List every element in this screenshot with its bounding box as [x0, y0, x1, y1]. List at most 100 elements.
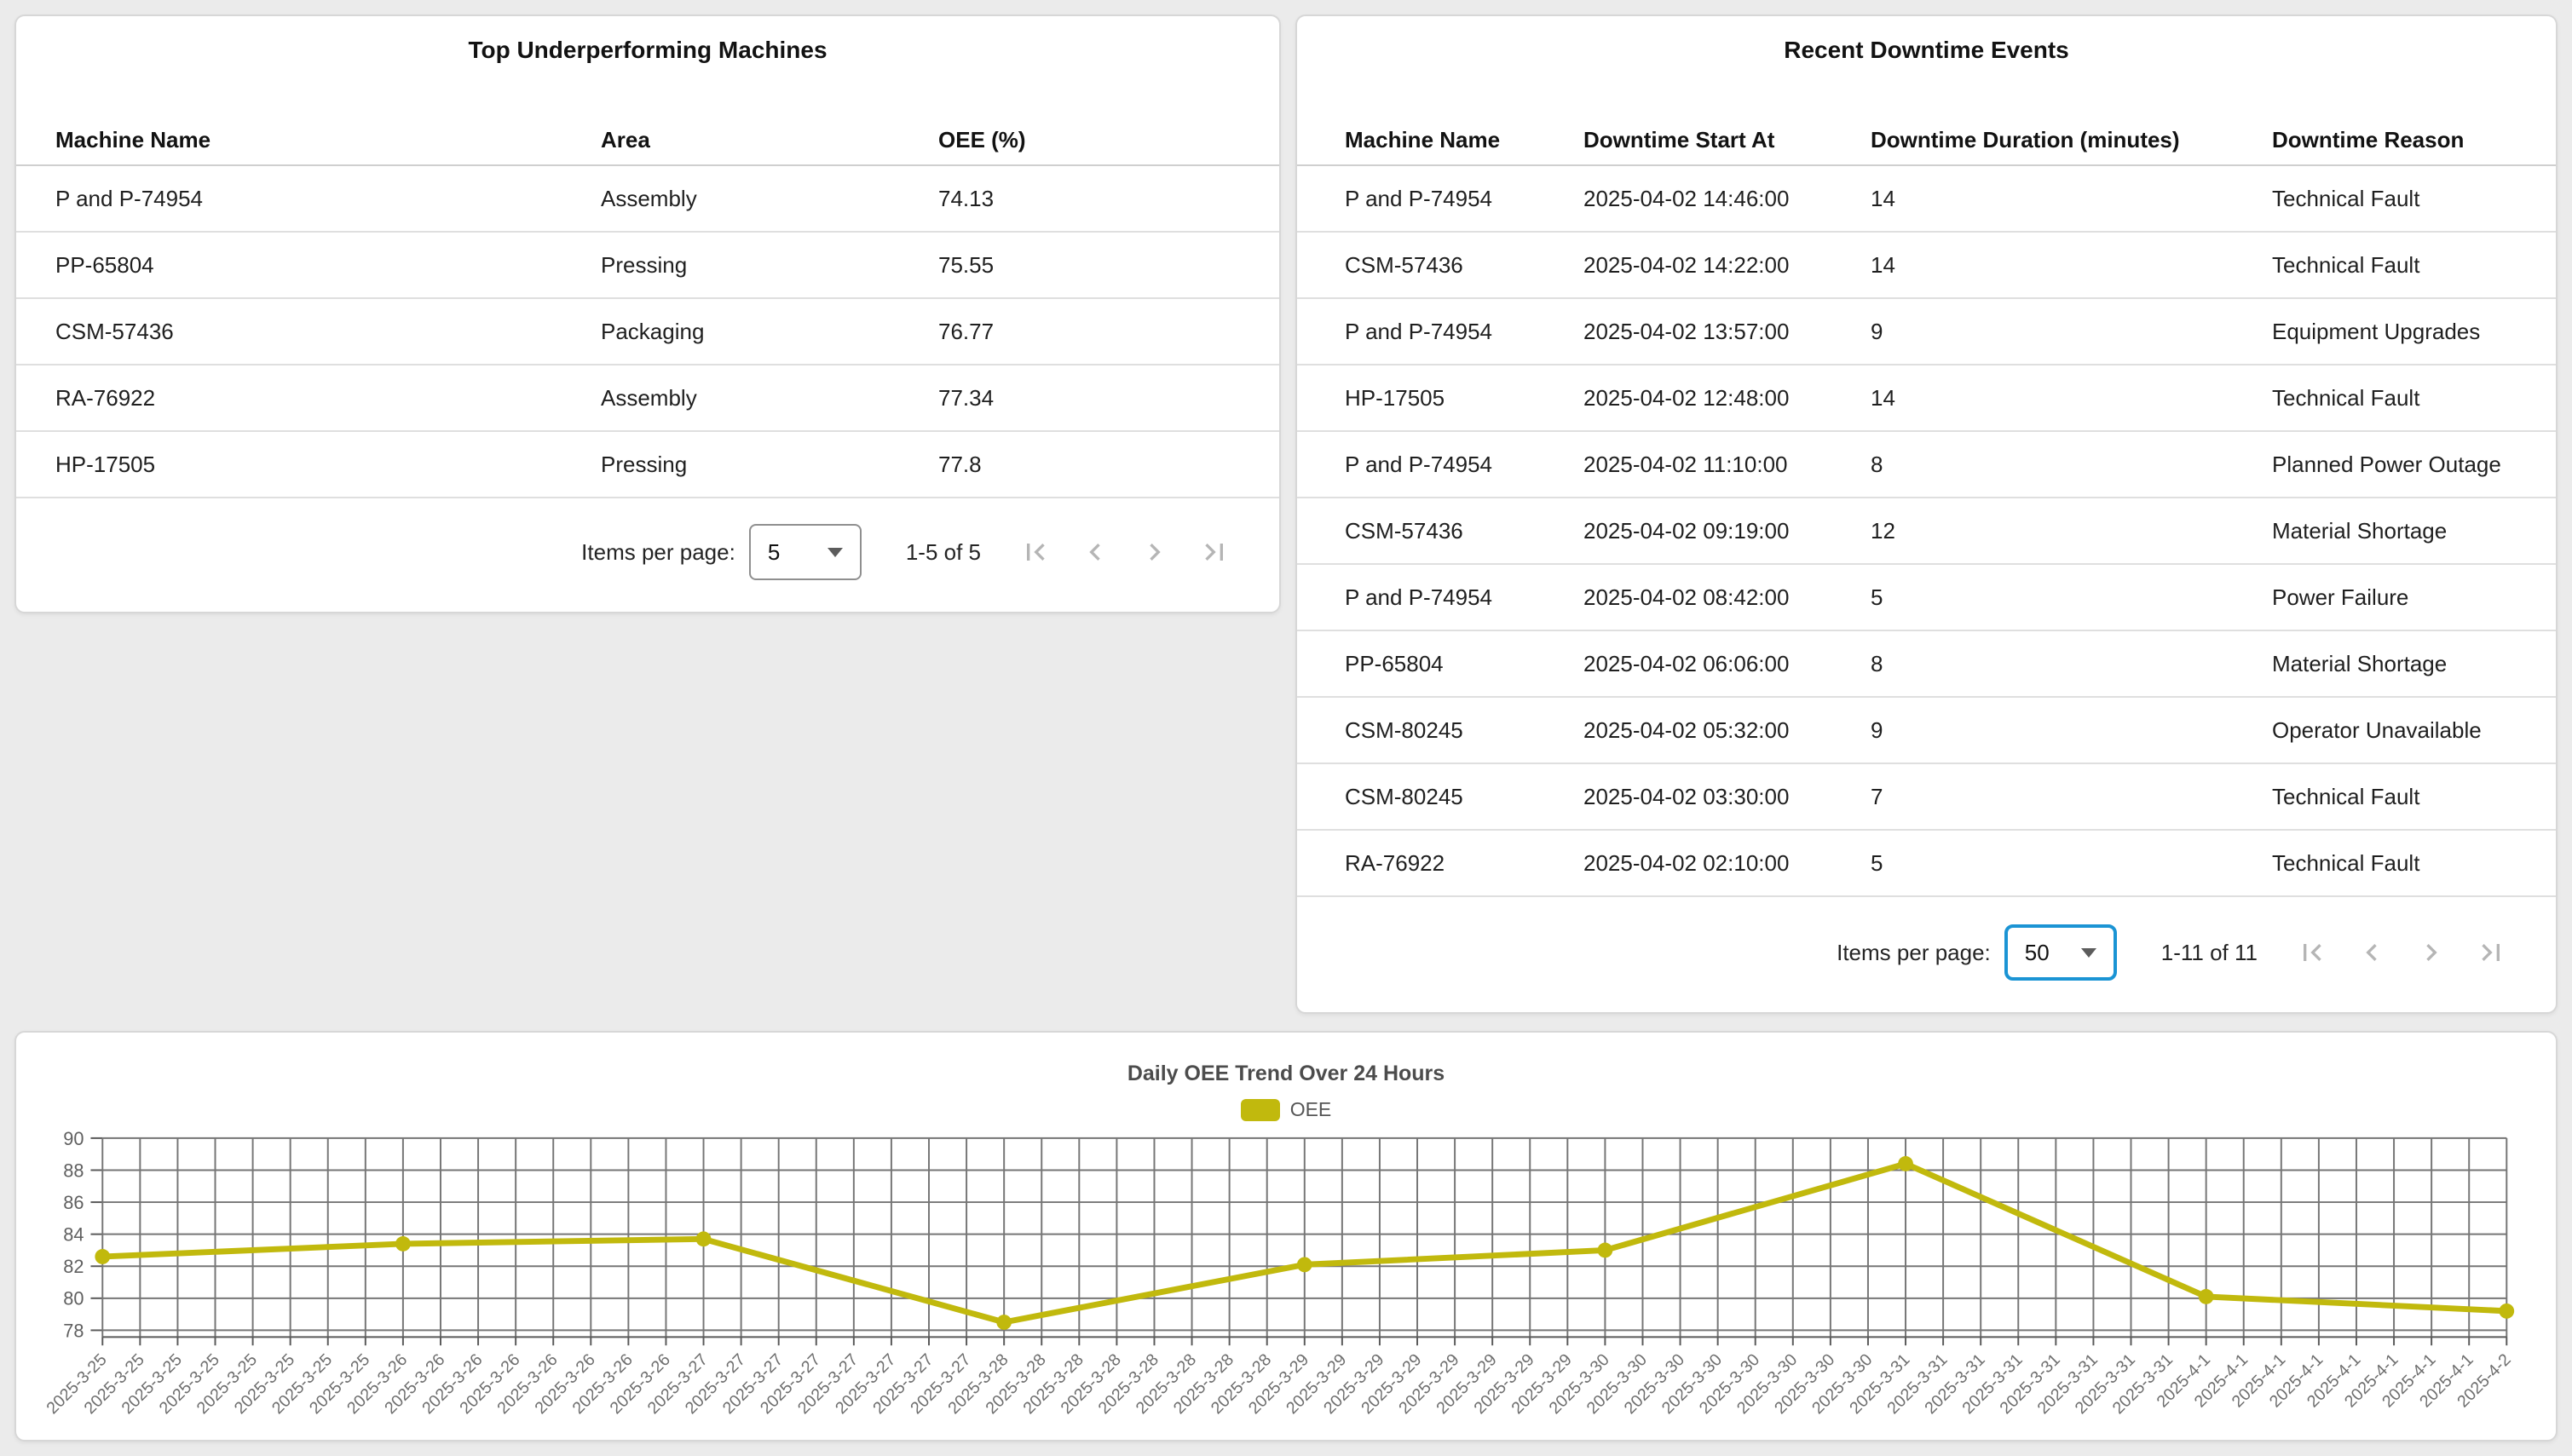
- table-cell: 8: [1871, 651, 2272, 677]
- table-body: P and P-749542025-04-02 14:46:0014Techni…: [1297, 166, 2556, 897]
- last-page-button[interactable]: [1197, 535, 1231, 569]
- chart-title: Daily OEE Trend Over 24 Hours: [16, 1062, 2556, 1086]
- items-per-page-value: 50: [2025, 940, 2050, 966]
- table-cell: Technical Fault: [2272, 850, 2556, 877]
- caret-down-icon: [2081, 948, 2096, 958]
- table-cell: Technical Fault: [2272, 385, 2556, 411]
- column-header: Area: [601, 127, 938, 153]
- table-body: P and P-74954Assembly74.13PP-65804Pressi…: [16, 166, 1279, 498]
- underperforming-table: Machine NameAreaOEE (%) P and P-74954 Ass…: [16, 64, 1279, 498]
- table-cell: HP-17505: [1345, 385, 1583, 411]
- table-cell: 5: [1871, 850, 2272, 877]
- legend-label: OEE: [1290, 1098, 1332, 1121]
- table-cell: 2025-04-02 14:22:00: [1583, 252, 1871, 279]
- table-cell: 77.34: [938, 385, 1279, 411]
- items-per-page-label: Items per page:: [581, 539, 735, 566]
- first-page-icon: [2295, 935, 2329, 970]
- svg-text:82: 82: [63, 1256, 84, 1277]
- first-page-button[interactable]: [1018, 535, 1052, 569]
- svg-text:90: 90: [63, 1130, 84, 1149]
- table-cell: 9: [1871, 319, 2272, 345]
- table-cell: HP-17505: [55, 452, 601, 478]
- table-cell: 74.13: [938, 186, 1279, 212]
- column-header: OEE (%): [938, 127, 1279, 153]
- table-cell: 7: [1871, 784, 2272, 810]
- table-cell: P and P-74954: [1345, 584, 1583, 611]
- caret-down-icon: [828, 548, 843, 557]
- table-cell: CSM-80245: [1345, 784, 1583, 810]
- table-row: CSM-802452025-04-02 05:32:009Operator Un…: [1297, 698, 2556, 764]
- oee-trend-chart: 788082848688902025-3-252025-3-252025-3-2…: [16, 1130, 2558, 1440]
- items-per-page-select[interactable]: 50: [2004, 924, 2117, 981]
- table-row: P and P-749542025-04-02 11:10:008Planned…: [1297, 432, 2556, 498]
- items-per-page-value: 5: [768, 539, 780, 566]
- items-per-page-select[interactable]: 5: [749, 524, 862, 580]
- table-cell: Assembly: [601, 385, 938, 411]
- table-cell: Material Shortage: [2272, 518, 2556, 544]
- table-cell: 2025-04-02 03:30:00: [1583, 784, 1871, 810]
- table-cell: P and P-74954: [55, 186, 601, 212]
- table-cell: 14: [1871, 385, 2272, 411]
- table-row: RA-76922Assembly77.34: [16, 365, 1279, 432]
- previous-page-button[interactable]: [1078, 535, 1112, 569]
- table-cell: Packaging: [601, 319, 938, 345]
- table-cell: Planned Power Outage: [2272, 452, 2556, 478]
- chevron-right-icon: [2414, 935, 2448, 970]
- table-cell: Material Shortage: [2272, 651, 2556, 677]
- chevron-right-icon: [1138, 535, 1172, 569]
- table-cell: Pressing: [601, 452, 938, 478]
- table-cell: 12: [1871, 518, 2272, 544]
- table-cell: Pressing: [601, 252, 938, 279]
- table-cell: CSM-57436: [1345, 252, 1583, 279]
- column-header: Machine Name: [55, 127, 601, 153]
- table-header-row: Machine NameAreaOEE (%): [16, 115, 1279, 166]
- table-row: CSM-574362025-04-02 09:19:0012Material S…: [1297, 498, 2556, 565]
- table-cell: Technical Fault: [2272, 784, 2556, 810]
- table-cell: 9: [1871, 717, 2272, 744]
- downtime-table: Machine NameDowntime Start AtDowntime Du…: [1297, 64, 2556, 897]
- column-header: Downtime Duration (minutes): [1871, 127, 2272, 153]
- table-row: HP-175052025-04-02 12:48:0014Technical F…: [1297, 365, 2556, 432]
- table-cell: 2025-04-02 12:48:00: [1583, 385, 1871, 411]
- previous-page-button[interactable]: [2355, 935, 2389, 970]
- card-title: Recent Downtime Events: [1297, 37, 2556, 64]
- table-cell: 2025-04-02 05:32:00: [1583, 717, 1871, 744]
- last-page-button[interactable]: [2474, 935, 2508, 970]
- items-per-page-label: Items per page:: [1837, 940, 1991, 966]
- table-cell: 2025-04-02 02:10:00: [1583, 850, 1871, 877]
- first-page-button[interactable]: [2295, 935, 2329, 970]
- table-row: HP-17505Pressing77.8: [16, 432, 1279, 498]
- table-cell: 14: [1871, 186, 2272, 212]
- table-cell: Technical Fault: [2272, 252, 2556, 279]
- last-page-icon: [2474, 935, 2508, 970]
- table-row: RA-769222025-04-02 02:10:005Technical Fa…: [1297, 831, 2556, 897]
- svg-text:84: 84: [63, 1224, 84, 1246]
- downtime-events-card: Recent Downtime Events Machine NameDownt…: [1295, 14, 2558, 1014]
- table-cell: Equipment Upgrades: [2272, 319, 2556, 345]
- table-cell: PP-65804: [55, 252, 601, 279]
- next-page-button[interactable]: [2414, 935, 2448, 970]
- table-cell: 5: [1871, 584, 2272, 611]
- table-row: CSM-574362025-04-02 14:22:0014Technical …: [1297, 233, 2556, 299]
- table-cell: 2025-04-02 09:19:00: [1583, 518, 1871, 544]
- chart-legend[interactable]: OEE: [16, 1098, 2556, 1121]
- dashboard: Top Underperforming Machines Machine Nam…: [0, 0, 2572, 1456]
- table-cell: PP-65804: [1345, 651, 1583, 677]
- table-cell: 2025-04-02 13:57:00: [1583, 319, 1871, 345]
- pagination-controls: [2295, 935, 2508, 970]
- column-header: Downtime Start At: [1583, 127, 1871, 153]
- table-cell: RA-76922: [1345, 850, 1583, 877]
- svg-text:80: 80: [63, 1288, 84, 1309]
- table-cell: Power Failure: [2272, 584, 2556, 611]
- table-row: CSM-802452025-04-02 03:30:007Technical F…: [1297, 764, 2556, 831]
- table-cell: 2025-04-02 06:06:00: [1583, 651, 1871, 677]
- chevron-left-icon: [1078, 535, 1112, 569]
- table-row: P and P-749542025-04-02 08:42:005Power F…: [1297, 565, 2556, 631]
- table-cell: P and P-74954: [1345, 319, 1583, 345]
- next-page-button[interactable]: [1138, 535, 1172, 569]
- pagination-controls: [1018, 535, 1231, 569]
- table-cell: 14: [1871, 252, 2272, 279]
- table-row: PP-658042025-04-02 06:06:008Material Sho…: [1297, 631, 2556, 698]
- table-cell: Operator Unavailable: [2272, 717, 2556, 744]
- oee-trend-chart-card: Daily OEE Trend Over 24 Hours OEE 788082…: [14, 1031, 2558, 1442]
